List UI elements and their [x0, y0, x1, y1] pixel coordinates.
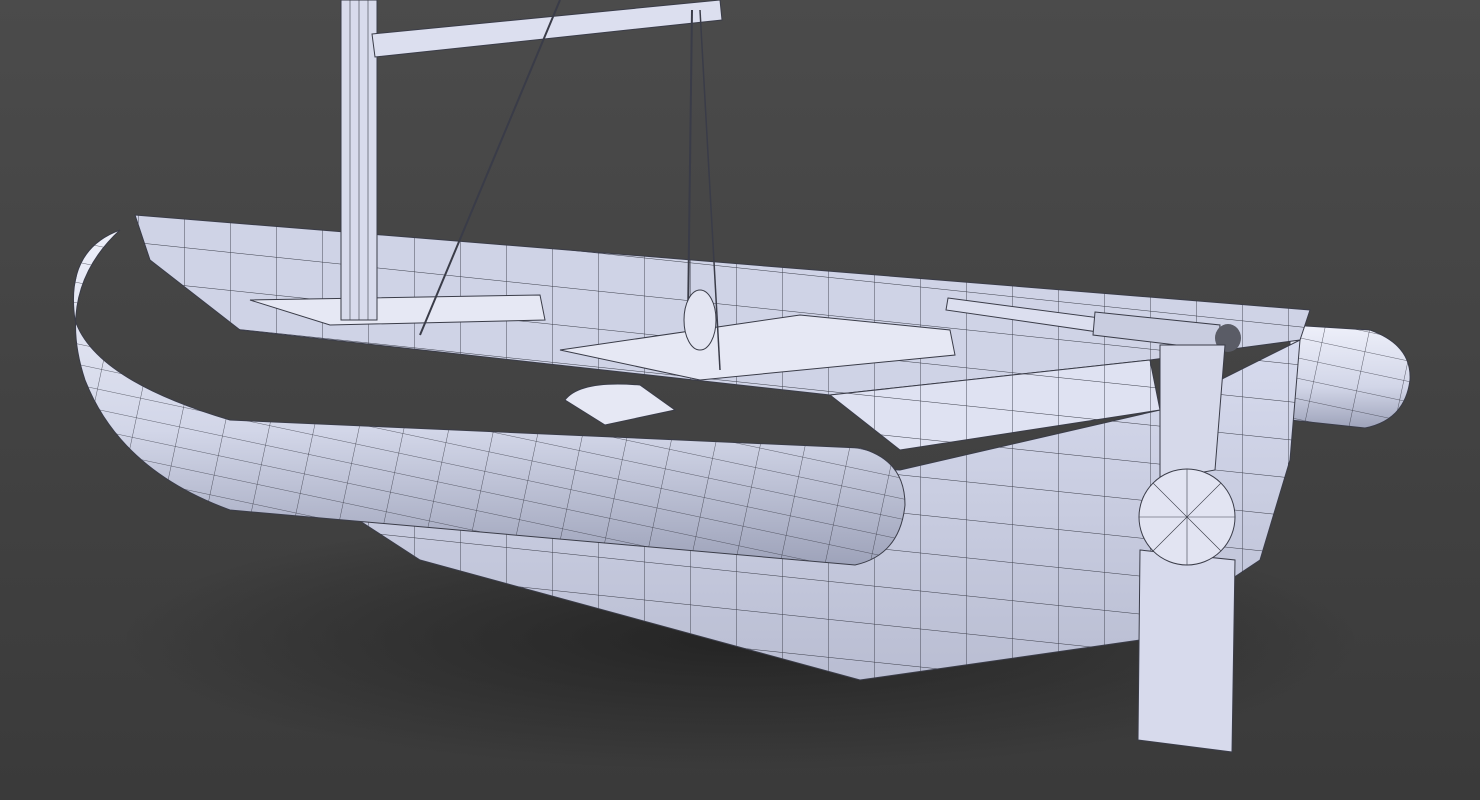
render-viewport — [0, 0, 1480, 800]
block-pulley — [683, 289, 717, 351]
